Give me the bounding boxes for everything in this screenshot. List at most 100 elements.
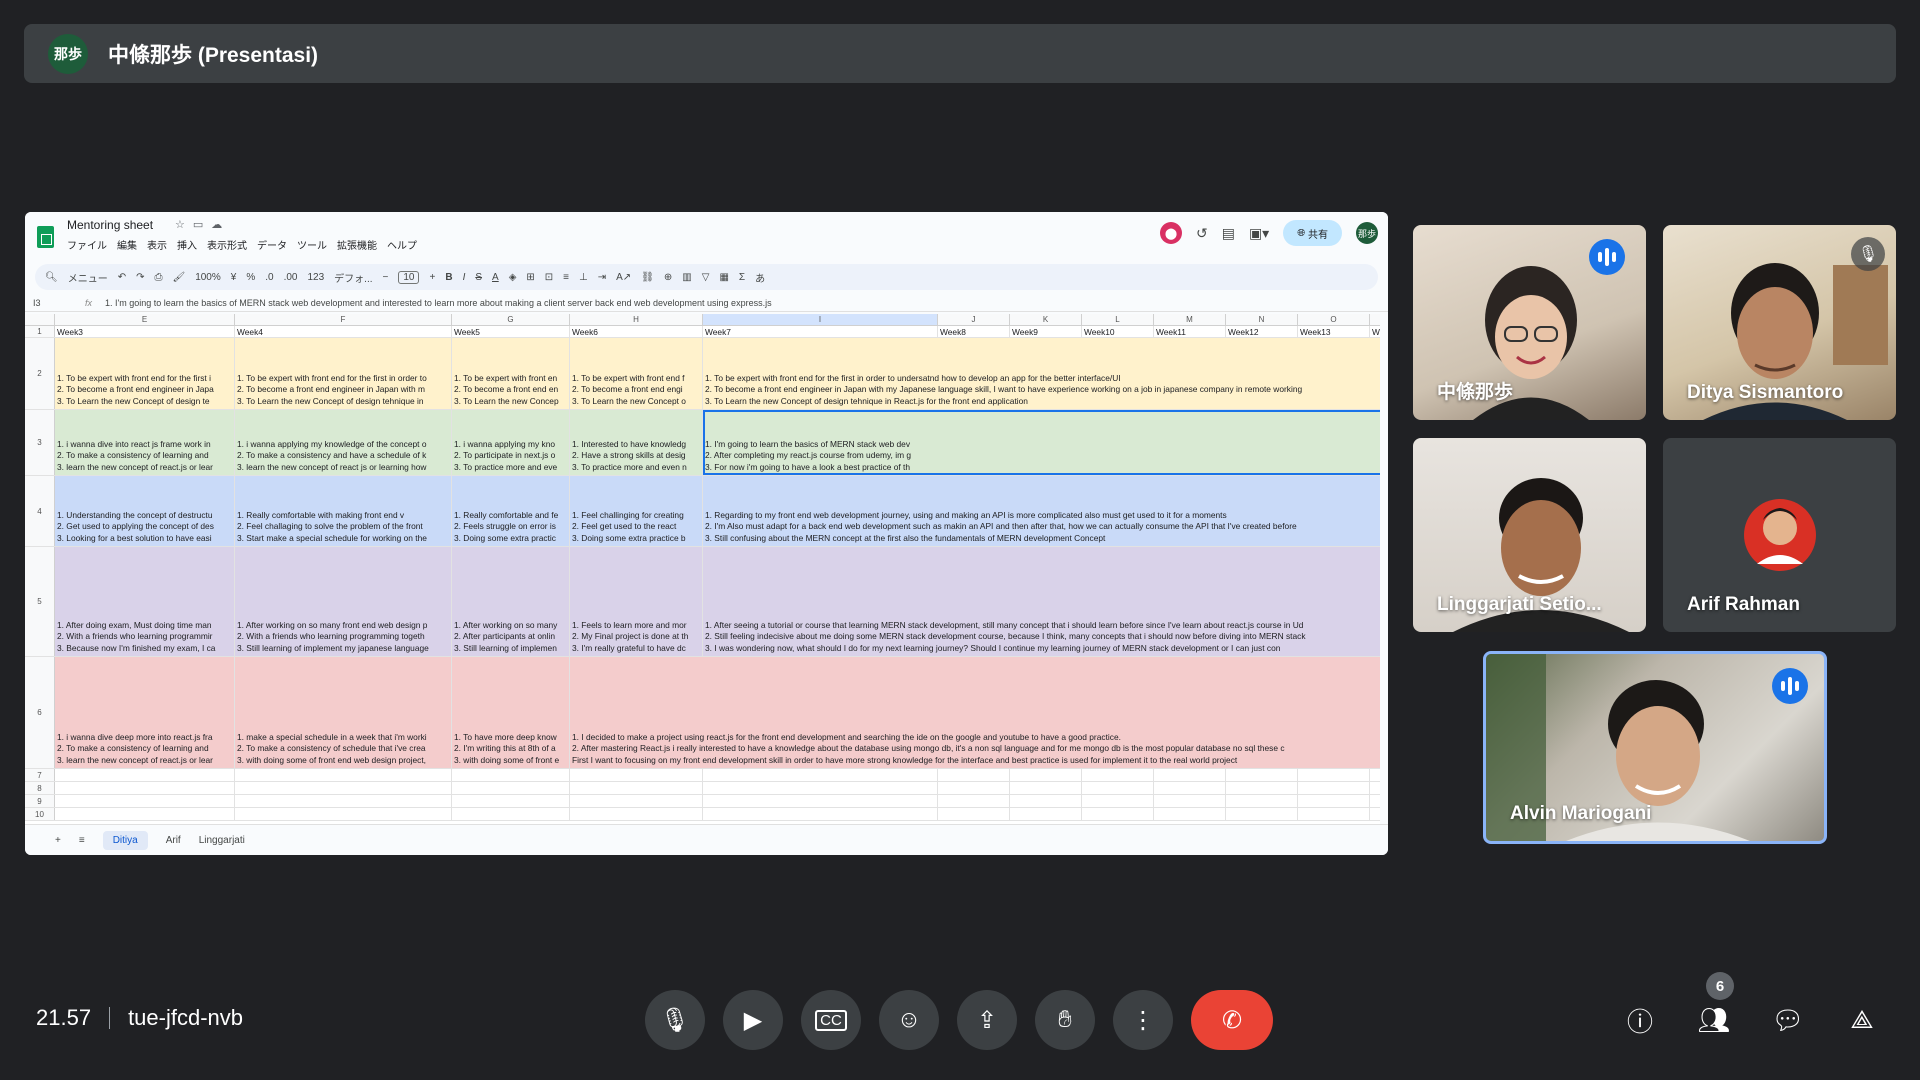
table-cell[interactable]: 1. i wanna dive into react js frame work… — [55, 410, 235, 475]
menu-item[interactable]: ファイル — [67, 237, 107, 252]
sheet-grid[interactable]: E F G H I J K L M N O 1 Week3 Week4 Week5 Week6 Week7 Wee… — [25, 314, 1380, 824]
table-cell[interactable] — [703, 808, 938, 820]
table-cell[interactable]: 1. make a special schedule in a week tha… — [235, 657, 452, 768]
people-button[interactable]: 6 👥︎ — [1696, 972, 1734, 1050]
table-cell[interactable]: 1. Really comfortable and fe 2. Feels str… — [452, 476, 570, 546]
row-header[interactable]: 7 — [25, 769, 55, 781]
table-cell[interactable] — [1298, 808, 1370, 820]
column-header[interactable]: J — [938, 314, 1010, 325]
menu-item[interactable]: 挿入 — [177, 237, 197, 252]
table-cell[interactable] — [452, 782, 570, 794]
table-cell[interactable]: 1. After seeing a tutorial or course tha… — [703, 547, 1380, 656]
table-cell[interactable] — [703, 795, 938, 807]
table-cell[interactable] — [1082, 769, 1154, 781]
table-cell[interactable] — [703, 782, 938, 794]
menu-item[interactable]: 拡張機能 — [337, 237, 377, 252]
share-button[interactable]: 🌐︎ 共有 — [1283, 220, 1342, 246]
table-cell[interactable] — [1226, 808, 1298, 820]
italic-icon[interactable]: I — [463, 272, 466, 283]
link-icon[interactable]: ⛓︎ — [641, 272, 654, 283]
filter-icon[interactable]: ▽ — [702, 272, 710, 283]
table-cell[interactable] — [1298, 769, 1370, 781]
header-cell[interactable]: Week11 — [1154, 326, 1226, 337]
activities-button[interactable]: ⟁ — [1844, 990, 1880, 1050]
column-header[interactable]: F — [235, 314, 452, 325]
filter-views-icon[interactable]: ▦ — [719, 272, 728, 283]
wrap-icon[interactable]: ⇥ — [598, 272, 606, 283]
table-cell[interactable] — [570, 808, 703, 820]
participant-tile-ditya[interactable]: 🎙︎ Ditya Sismantoro — [1663, 225, 1896, 420]
table-cell[interactable] — [235, 795, 452, 807]
table-cell[interactable]: 1. To be expert with front end f 2. To be… — [570, 338, 703, 409]
header-cell[interactable]: Week4 — [235, 326, 452, 337]
decimal-decrease-button[interactable]: .0 — [265, 272, 273, 283]
title-icons[interactable]: ☆▭☁ — [175, 218, 230, 231]
table-cell[interactable]: 1. After working on so many front end we… — [235, 547, 452, 656]
header-cell[interactable]: Week10 — [1082, 326, 1154, 337]
row-header[interactable]: 1 — [25, 326, 55, 337]
zoom-select[interactable]: 100% — [195, 272, 221, 283]
doc-title[interactable]: Mentoring sheet — [67, 218, 153, 232]
table-cell[interactable] — [570, 769, 703, 781]
table-cell[interactable] — [1010, 808, 1082, 820]
chat-button[interactable]: 💬︎ — [1770, 990, 1806, 1050]
table-cell[interactable]: 1. I'm going to learn the basics of MERN… — [703, 410, 1380, 475]
raise-hand-button[interactable]: ✋︎ — [1035, 990, 1095, 1050]
percent-button[interactable]: % — [246, 272, 255, 283]
fill-color-icon[interactable]: ◈ — [509, 272, 517, 283]
meet-present-icon[interactable]: ⬤ — [1159, 222, 1182, 244]
add-comment-icon[interactable]: ⊕ — [664, 272, 672, 283]
move-icon[interactable]: ▭ — [193, 219, 211, 231]
meeting-details-button[interactable]: ⓘ — [1622, 990, 1658, 1050]
menu-item[interactable]: 編集 — [117, 237, 137, 252]
table-cell[interactable] — [938, 782, 1010, 794]
row-header[interactable]: 10 — [25, 808, 55, 820]
column-header[interactable]: H — [570, 314, 703, 325]
table-cell[interactable]: 1. Really comfortable with making front … — [235, 476, 452, 546]
table-cell[interactable] — [1154, 795, 1226, 807]
decimal-increase-button[interactable]: .00 — [284, 272, 298, 283]
table-cell[interactable] — [1226, 782, 1298, 794]
redo-icon[interactable]: ↷ — [136, 272, 144, 283]
table-cell[interactable]: 1. Understanding the concept of destruct… — [55, 476, 235, 546]
history-icon[interactable]: ↺ — [1196, 225, 1208, 242]
font-select[interactable]: デフォ... — [334, 270, 372, 285]
name-box[interactable]: I3 — [25, 298, 85, 308]
table-cell[interactable]: 1. To be expert with front en 2. To becom… — [452, 338, 570, 409]
table-cell[interactable] — [55, 795, 235, 807]
column-header[interactable]: M — [1154, 314, 1226, 325]
align-icon[interactable]: ≡ — [563, 272, 569, 283]
table-cell[interactable] — [1370, 782, 1380, 794]
table-cell[interactable] — [1082, 782, 1154, 794]
table-cell[interactable] — [1154, 808, 1226, 820]
header-cell[interactable]: Week3 — [55, 326, 235, 337]
star-icon[interactable]: ☆ — [175, 219, 193, 231]
currency-button[interactable]: ¥ — [231, 272, 237, 283]
header-cell[interactable]: Week9 — [1010, 326, 1082, 337]
font-size-input[interactable]: 10 — [398, 270, 420, 284]
table-cell[interactable] — [452, 808, 570, 820]
row-header[interactable]: 9 — [25, 795, 55, 807]
table-cell[interactable] — [1082, 795, 1154, 807]
table-cell[interactable]: 1. Feel challinging for creating 2. Feel … — [570, 476, 703, 546]
table-cell[interactable]: 1. i wanna applying my kno 2. To particip… — [452, 410, 570, 475]
captions-button[interactable]: CC — [801, 990, 861, 1050]
search-icon[interactable]: 🔍︎ — [45, 272, 58, 283]
bold-icon[interactable]: B — [445, 272, 452, 283]
header-cell[interactable]: Week13 — [1298, 326, 1370, 337]
menu-search[interactable]: メニュー — [68, 270, 108, 285]
header-cell[interactable]: Week8 — [938, 326, 1010, 337]
formula-input[interactable]: 1. I'm going to learn the basics of MERN… — [105, 298, 772, 308]
leave-call-button[interactable]: ✆ — [1191, 990, 1273, 1050]
borders-icon[interactable]: ⊞ — [526, 272, 534, 283]
row-header[interactable]: 4 — [25, 476, 55, 546]
participant-tile-linggarjati[interactable]: Linggarjati Setio... — [1413, 438, 1646, 632]
row-header[interactable]: 3 — [25, 410, 55, 475]
table-cell[interactable] — [1082, 808, 1154, 820]
valign-icon[interactable]: ⊥ — [579, 272, 588, 283]
column-header[interactable]: K — [1010, 314, 1082, 325]
table-cell[interactable]: 1. To be expert with front end for the f… — [703, 338, 1380, 409]
row-header[interactable]: 5 — [25, 547, 55, 656]
rotate-icon[interactable]: A↗ — [616, 272, 631, 283]
account-avatar[interactable]: 那歩 — [1356, 222, 1378, 244]
